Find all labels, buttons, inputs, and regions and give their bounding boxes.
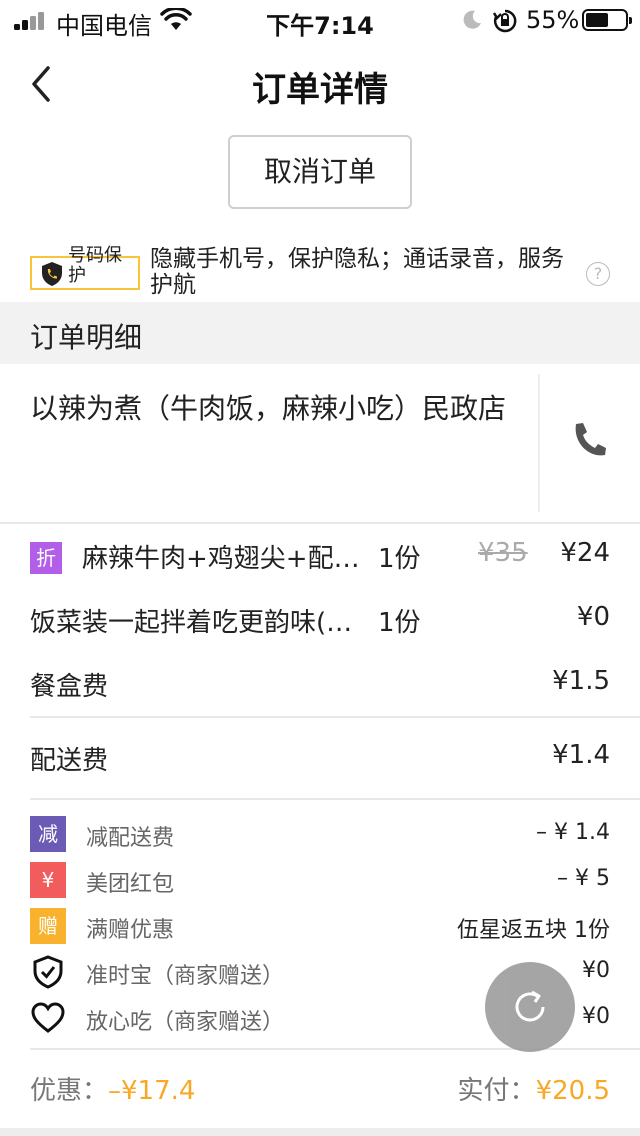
item-name: 饭菜装一起拌着吃更韵味(… [30,608,353,638]
help-icon[interactable]: ? [586,262,610,286]
item-price: ¥0 [576,602,610,632]
nav-bar: 订单详情 [0,48,640,120]
fee-name: 配送费 [30,746,109,776]
refresh-button[interactable] [485,962,575,1052]
fee-row: 餐盒费 ¥1.5 [30,666,610,706]
reduction-tag: 减 [30,816,66,852]
item-quantity: 1份 [378,608,421,638]
status-bar: 中国电信 下午7:14 55% [0,0,640,40]
divider [0,522,640,524]
order-item: 饭菜装一起拌着吃更韵味(… 1份 ¥0 [30,602,610,642]
shield-check-icon [33,955,63,989]
cancel-order-button[interactable]: 取消订单 [228,135,412,209]
refresh-icon [515,990,545,1022]
paid-total-value: ¥20.5 [535,1076,610,1106]
discount-tag: 折 [30,542,62,574]
moon-icon [463,10,481,29]
divider [538,374,540,512]
section-title: 订单明细 [30,321,143,354]
divider [30,1048,640,1050]
bottom-divider [0,1128,640,1136]
red-packet-tag: ¥ [30,862,66,898]
discount-row: ¥ 美团红包 – ¥ 5 [30,862,610,898]
discount-name: 准时宝（商家赠送） [86,964,285,989]
privacy-description: 隐藏手机号，保护隐私；通话录音，服务护航 [150,246,564,298]
fee-row: 配送费 ¥1.4 [30,740,610,780]
fee-price: ¥1.4 [552,740,610,770]
discount-name: 满赠优惠 [86,918,175,943]
gift-tag: 赠 [30,908,66,944]
paid-total: 实付：¥20.5 [458,1070,610,1107]
privacy-badge: 号码保护 [30,246,140,290]
discount-value: 伍星返五块 1份 [457,918,610,943]
discount-value: ¥0 [582,958,610,983]
heart-outline-icon [31,1002,65,1033]
divider [30,716,640,718]
order-totals: 优惠：–¥17.4 实付：¥20.5 [30,1066,610,1110]
item-name: 麻辣牛肉+鸡翅尖+配… [82,544,360,574]
discount-row: 赠 满赠优惠 伍星返五块 1份 [30,908,610,944]
battery-icon [582,9,632,31]
discount-value: – ¥ 1.4 [536,820,610,845]
discount-name: 放心吃（商家赠送） [86,1010,285,1035]
discount-name: 美团红包 [86,872,175,897]
item-original-price: ¥35 [478,538,528,568]
paid-total-label: 实付： [457,1076,536,1106]
phone-icon[interactable] [570,420,608,460]
order-item: 折 麻辣牛肉+鸡翅尖+配… 1份 ¥35 ¥24 [30,538,610,578]
shield-phone-icon [42,262,62,286]
discount-value: ¥0 [582,1004,610,1029]
item-quantity: 1份 [378,544,421,574]
divider [30,798,640,800]
battery-percent: 55% [526,6,580,34]
discount-total-label: 优惠： [30,1076,109,1106]
privacy-protection-row: 号码保护 隐藏手机号，保护隐私；通话录音，服务护航 ? [30,244,630,300]
page-title: 订单详情 [252,70,388,110]
discount-value: – ¥ 5 [557,866,610,891]
fee-price: ¥1.5 [552,666,610,696]
fee-name: 餐盒费 [30,672,109,702]
shop-name[interactable]: 以辣为煮（牛肉饭，麻辣小吃）民政店 [30,374,510,444]
discount-total: 优惠：–¥17.4 [30,1070,195,1107]
item-price: ¥24 [560,538,610,568]
rotation-lock-icon [492,9,517,33]
discount-name: 减配送费 [86,826,175,851]
section-header: 订单明细 [0,302,640,364]
discount-total-value: –¥17.4 [108,1076,196,1106]
discount-row: 减 减配送费 – ¥ 1.4 [30,816,610,852]
privacy-badge-label: 号码保护 [68,245,122,286]
